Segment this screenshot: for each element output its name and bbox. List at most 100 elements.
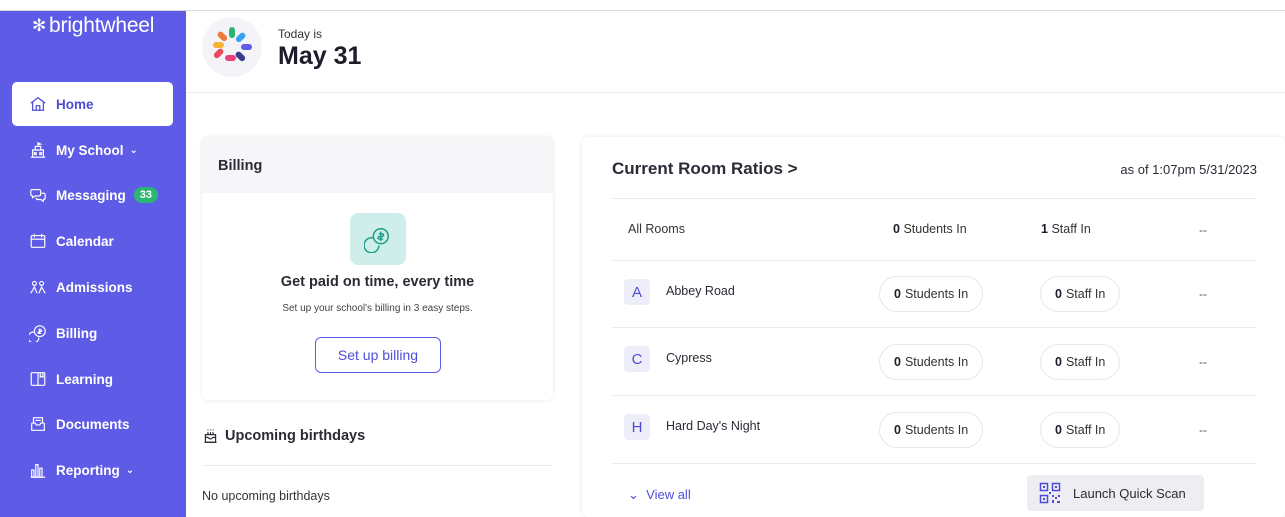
sidebar-item-label: Admissions bbox=[56, 279, 133, 295]
students-count: 0 bbox=[894, 355, 901, 369]
all-rooms-ratio: -- bbox=[1199, 223, 1207, 237]
staff-count: 0 bbox=[1055, 287, 1062, 301]
sidebar-item-billing[interactable]: Billing bbox=[12, 311, 173, 355]
sidebar-item-label: Documents bbox=[56, 416, 130, 432]
staff-in-pill[interactable]: 0 Staff In bbox=[1040, 344, 1121, 380]
page-header: Today is May 31 bbox=[186, 11, 1285, 93]
sidebar-item-home[interactable]: Home bbox=[12, 82, 173, 126]
today-date: May 31 bbox=[278, 42, 362, 70]
students-count: 0 bbox=[894, 287, 901, 301]
launch-quick-scan-button[interactable]: Launch Quick Scan bbox=[1027, 475, 1204, 511]
birthdays-empty-message: No upcoming birthdays bbox=[202, 489, 330, 503]
reporting-icon bbox=[28, 460, 48, 480]
students-in-pill[interactable]: 0 Students In bbox=[879, 412, 984, 448]
room-avatar: C bbox=[624, 346, 650, 372]
window-top-bar bbox=[0, 0, 1285, 11]
sidebar-item-label: Messaging bbox=[56, 187, 126, 203]
billing-subtext: Set up your school's billing in 3 easy s… bbox=[282, 303, 473, 314]
learning-icon bbox=[28, 369, 48, 389]
billing-heading: Get paid on time, every time bbox=[280, 274, 475, 290]
room-avatar: A bbox=[624, 279, 650, 305]
divider bbox=[202, 465, 553, 466]
room-name[interactable]: Abbey Road bbox=[666, 284, 735, 298]
students-label: Students In bbox=[903, 222, 967, 236]
divider bbox=[612, 395, 1257, 396]
view-all-link[interactable]: ⌄ View all bbox=[628, 487, 691, 503]
room-ratios-card: Current Room Ratios > as of 1:07pm 5/31/… bbox=[582, 137, 1285, 517]
sidebar-item-messaging[interactable]: Messaging 33 bbox=[12, 173, 173, 217]
billing-icon bbox=[28, 323, 48, 343]
sidebar-item-my-school[interactable]: My School ⌄ bbox=[12, 128, 173, 172]
coins-icon bbox=[350, 213, 406, 265]
brightwheel-logo[interactable]: ✻ brightwheel bbox=[32, 14, 154, 38]
birthdays-title-text: Upcoming birthdays bbox=[225, 427, 366, 444]
qr-code-icon bbox=[1039, 482, 1061, 504]
sidebar-item-reporting[interactable]: Reporting ⌄ bbox=[12, 448, 173, 492]
staff-label: Staff In bbox=[1065, 287, 1106, 301]
divider bbox=[612, 463, 1257, 464]
spark-logo-icon bbox=[213, 27, 252, 62]
room-ratios-title-link[interactable]: Current Room Ratios > bbox=[612, 159, 798, 179]
room-name[interactable]: Cypress bbox=[666, 351, 712, 365]
school-icon bbox=[28, 140, 48, 160]
staff-in-pill[interactable]: 0 Staff In bbox=[1040, 276, 1121, 312]
sidebar: ✻ brightwheel Home My School ⌄ Messaging… bbox=[0, 11, 186, 517]
students-label: Students In bbox=[904, 287, 969, 301]
staff-count: 0 bbox=[1055, 355, 1062, 369]
chevron-down-icon: ⌄ bbox=[129, 144, 138, 156]
room-name[interactable]: Hard Day's Night bbox=[666, 419, 760, 433]
documents-icon bbox=[28, 414, 48, 434]
all-rooms-staff: 1 Staff In bbox=[1041, 222, 1091, 236]
view-all-label: View all bbox=[646, 487, 691, 502]
students-in-pill[interactable]: 0 Students In bbox=[879, 276, 984, 312]
sidebar-item-label: Billing bbox=[56, 325, 98, 341]
room-ratio: -- bbox=[1199, 423, 1207, 437]
sidebar-item-learning[interactable]: Learning bbox=[12, 357, 173, 401]
students-label: Students In bbox=[904, 355, 969, 369]
room-ratio: -- bbox=[1199, 355, 1207, 369]
divider bbox=[612, 260, 1257, 261]
ratios-timestamp: as of 1:07pm 5/31/2023 bbox=[1120, 162, 1257, 177]
sidebar-item-calendar[interactable]: Calendar bbox=[12, 219, 173, 263]
divider bbox=[612, 198, 1257, 199]
students-in-pill[interactable]: 0 Students In bbox=[879, 344, 984, 380]
staff-label: Staff In bbox=[1065, 423, 1106, 437]
staff-label: Staff In bbox=[1065, 355, 1106, 369]
cake-icon bbox=[204, 429, 217, 443]
brightwheel-spark-logo bbox=[202, 17, 262, 77]
sidebar-item-label: Learning bbox=[56, 371, 114, 387]
brand-name: brightwheel bbox=[49, 14, 155, 37]
students-label: Students In bbox=[904, 423, 969, 437]
billing-card-title: Billing bbox=[202, 137, 553, 193]
home-icon bbox=[28, 94, 48, 114]
billing-card: Billing Get paid on time, every time Set… bbox=[202, 137, 553, 400]
sidebar-item-label: My School bbox=[56, 142, 124, 158]
sidebar-item-admissions[interactable]: Admissions bbox=[12, 265, 173, 309]
students-count: 0 bbox=[894, 423, 901, 437]
sidebar-item-documents[interactable]: Documents bbox=[12, 402, 173, 446]
chevron-down-icon: ⌄ bbox=[125, 464, 135, 476]
today-label: Today is bbox=[278, 27, 323, 41]
staff-count: 1 bbox=[1041, 222, 1048, 236]
launch-quick-scan-label: Launch Quick Scan bbox=[1073, 485, 1186, 501]
chevron-down-icon: ⌄ bbox=[628, 487, 639, 502]
staff-count: 0 bbox=[1055, 423, 1062, 437]
calendar-icon bbox=[28, 231, 48, 251]
staff-in-pill[interactable]: 0 Staff In bbox=[1040, 412, 1121, 448]
sidebar-item-label: Calendar bbox=[56, 233, 114, 249]
room-avatar: H bbox=[624, 414, 650, 440]
students-count: 0 bbox=[893, 222, 900, 236]
all-rooms-label: All Rooms bbox=[628, 222, 685, 236]
room-ratio: -- bbox=[1199, 287, 1207, 301]
admissions-icon bbox=[28, 277, 48, 297]
brightwheel-logo-icon: ✻ bbox=[32, 16, 47, 35]
divider bbox=[612, 327, 1257, 328]
sidebar-item-label: Home bbox=[56, 96, 94, 112]
birthdays-section-title: Upcoming birthdays bbox=[202, 427, 365, 444]
unread-count-badge: 33 bbox=[133, 187, 159, 203]
sidebar-item-label: Reporting bbox=[56, 462, 120, 478]
set-up-billing-button[interactable]: Set up billing bbox=[315, 337, 441, 373]
all-rooms-students: 0 Students In bbox=[893, 222, 967, 236]
chat-icon bbox=[28, 185, 48, 205]
staff-label: Staff In bbox=[1051, 222, 1091, 236]
